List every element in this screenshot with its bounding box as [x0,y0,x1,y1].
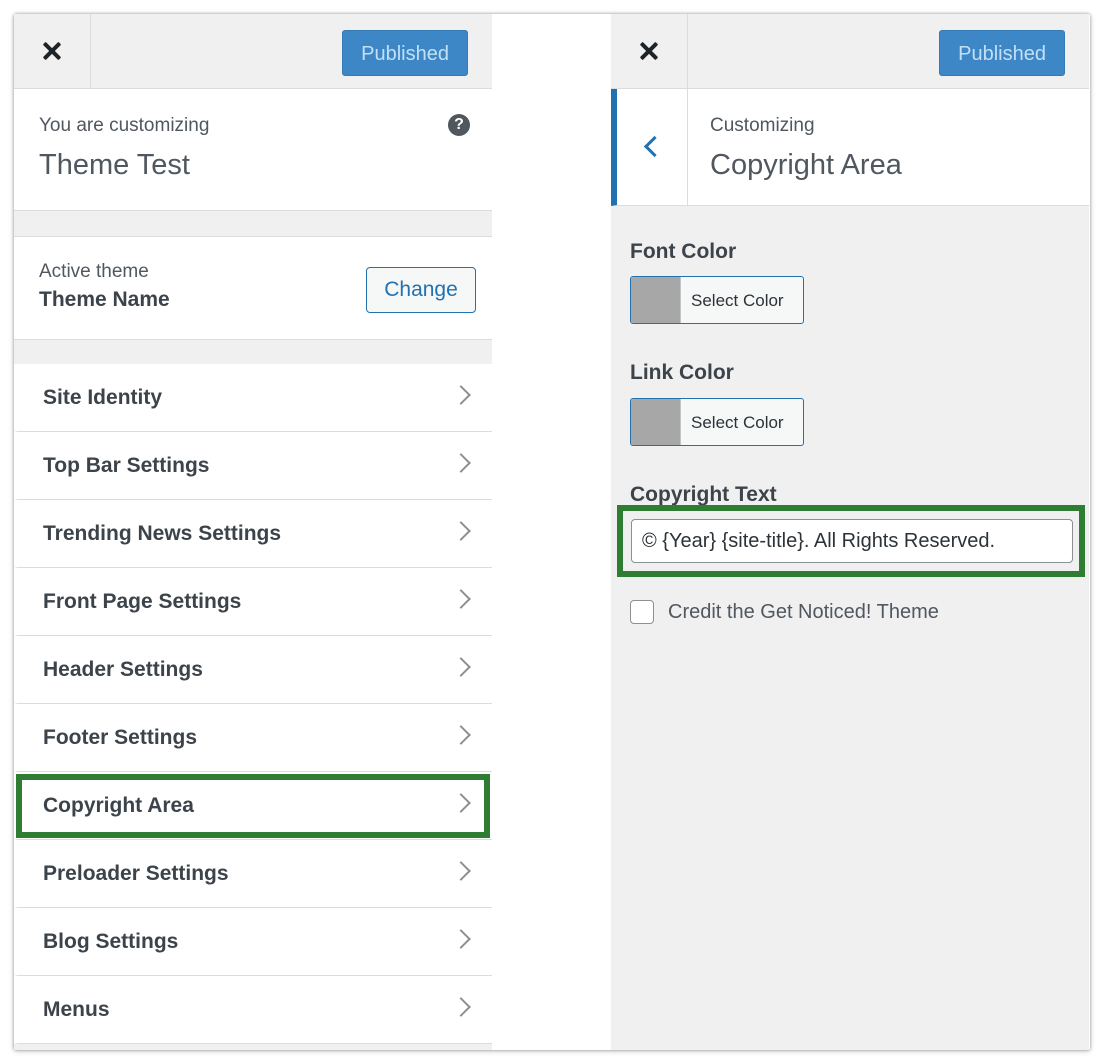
back-button[interactable] [617,89,688,205]
chevron-right-icon [451,385,471,405]
menu-item-label: Menus [43,998,110,1021]
menu-item-label: Blog Settings [43,930,179,953]
customizer-main-panel: Published You are customizing Theme Test… [14,14,492,1050]
close-customizer-button[interactable] [611,14,688,88]
chevron-right-icon [451,521,471,541]
font-color-label: Font Color [630,240,737,263]
customizing-info: You are customizing Theme Test ? [14,89,492,211]
chevron-right-icon [451,793,471,813]
menu-item-label: Preloader Settings [43,862,229,885]
chevron-left-icon [643,135,666,158]
close-icon [41,40,63,62]
menu-item-label: Front Page Settings [43,590,242,613]
menu-item-preloader-settings[interactable]: Preloader Settings [14,840,492,908]
customizer-header: Published [14,14,492,89]
font-color-picker[interactable]: Select Color [630,276,804,324]
menu-item-front-page-settings[interactable]: Front Page Settings [14,568,492,636]
chevron-right-icon [451,861,471,881]
menu-item-blog-settings[interactable]: Blog Settings [14,908,492,976]
menu-item-trending-news-settings[interactable]: Trending News Settings [14,500,492,568]
copyright-text-label: Copyright Text [630,483,777,506]
menu-item-label: Trending News Settings [43,522,282,545]
credit-theme-checkbox[interactable] [630,600,654,624]
active-theme-label: Active theme [39,261,149,282]
menu-item-footer-settings[interactable]: Footer Settings [14,704,492,772]
help-icon[interactable]: ? [448,114,470,136]
menu-item-label: Header Settings [43,658,203,681]
active-theme-section: Active theme Theme Name Change [14,236,492,340]
menu-item-label: Copyright Area [43,794,194,817]
published-button[interactable]: Published [939,30,1065,76]
color-swatch [631,399,681,445]
menu-item-label: Footer Settings [43,726,198,749]
credit-theme-row: Credit the Get Noticed! Theme [630,598,939,626]
close-customizer-button[interactable] [14,14,91,88]
section-header: Customizing Copyright Area [611,89,1089,206]
site-title: Theme Test [39,149,190,181]
menu-item-site-identity[interactable]: Site Identity [14,364,492,432]
link-color-picker[interactable]: Select Color [630,398,804,446]
customizer-menu: Site Identity Top Bar Settings Trending … [14,364,492,1044]
copyright-text-highlight [617,505,1085,577]
chevron-right-icon [451,997,471,1017]
section-title: Copyright Area [710,149,902,181]
menu-item-top-bar-settings[interactable]: Top Bar Settings [14,432,492,500]
theme-name: Theme Name [39,288,170,311]
link-color-label: Link Color [630,361,734,384]
menu-item-menus[interactable]: Menus [14,976,492,1044]
chevron-right-icon [451,725,471,745]
customizing-label: Customizing [710,115,815,136]
select-color-label: Select Color [691,413,784,432]
customizing-label: You are customizing [39,115,210,136]
change-theme-button[interactable]: Change [366,267,476,313]
credit-theme-label: Credit the Get Noticed! Theme [668,600,939,623]
copyright-text-input[interactable] [631,519,1073,563]
menu-item-label: Top Bar Settings [43,454,210,477]
close-icon [638,40,660,62]
chevron-right-icon [451,657,471,677]
chevron-right-icon [451,589,471,609]
select-color-label: Select Color [691,291,784,310]
chevron-right-icon [451,453,471,473]
copyright-area-panel: Published Customizing Copyright Area Fon… [611,14,1089,1050]
published-button[interactable]: Published [342,30,468,76]
menu-item-label: Site Identity [43,386,163,409]
color-swatch [631,277,681,323]
chevron-right-icon [451,929,471,949]
customizer-header: Published [611,14,1089,89]
menu-item-header-settings[interactable]: Header Settings [14,636,492,704]
menu-item-copyright-area[interactable]: Copyright Area [14,772,492,840]
